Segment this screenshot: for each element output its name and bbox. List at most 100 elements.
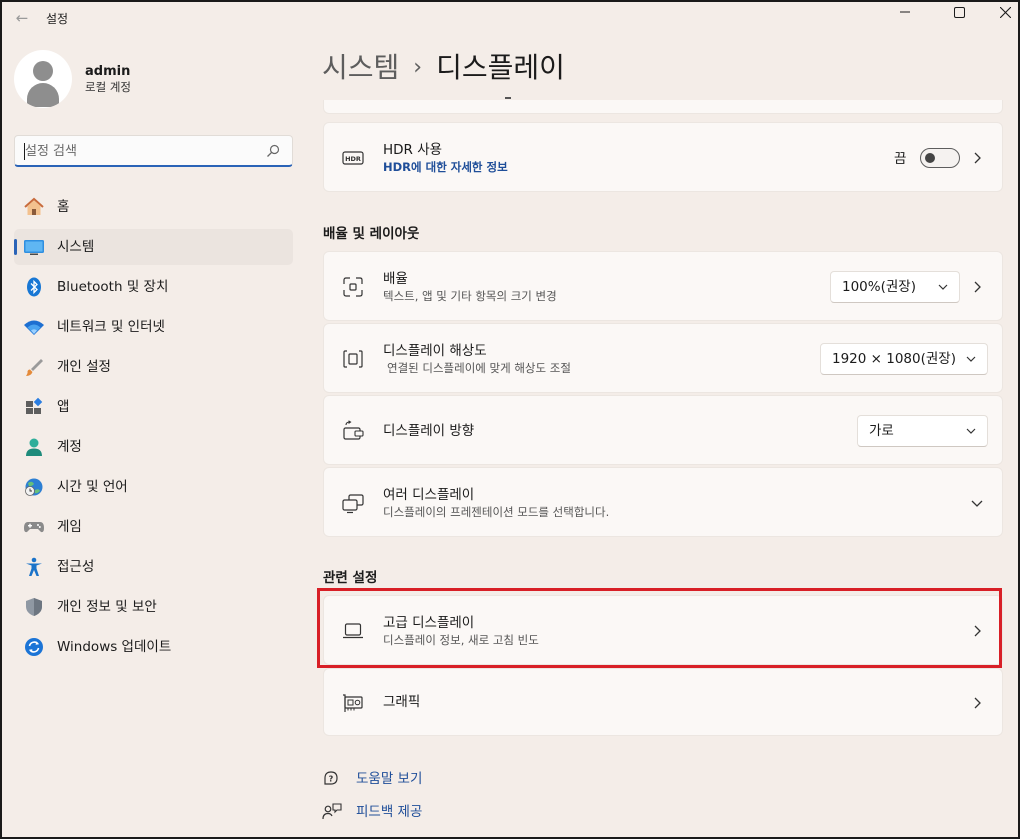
hdr-card[interactable]: HDR HDR 사용 HDR에 대한 자세한 정보 끔 bbox=[323, 122, 1003, 192]
sidebar-item-label: 홈 bbox=[57, 199, 70, 215]
chevron-down-icon bbox=[966, 356, 976, 362]
sidebar-item-label: Bluetooth 및 장치 bbox=[57, 279, 169, 295]
sidebar-item-accounts[interactable]: 계정 bbox=[14, 429, 293, 465]
sidebar-item-label: 개인 정보 및 보안 bbox=[57, 599, 157, 615]
account-icon bbox=[26, 438, 42, 456]
section-heading-scale-layout: 배율 및 레이아웃 bbox=[323, 226, 420, 242]
chevron-right-icon bbox=[974, 281, 981, 293]
scale-dropdown-value: 100%(권장) bbox=[842, 279, 916, 295]
hdr-info-link[interactable]: HDR에 대한 자세한 정보 bbox=[383, 160, 508, 175]
sidebar-nav: 홈 시스템 Bluetooth 및 장치 네트워크 및 인터넷 개인 설정 앱 … bbox=[14, 189, 293, 669]
home-icon bbox=[24, 197, 44, 215]
hdr-title: HDR 사용 bbox=[383, 142, 443, 158]
brush-icon bbox=[26, 359, 43, 376]
sidebar-item-privacy-security[interactable]: 개인 정보 및 보안 bbox=[14, 589, 293, 625]
sidebar-item-label: 네트워크 및 인터넷 bbox=[57, 319, 165, 335]
sidebar-item-accessibility[interactable]: 접근성 bbox=[14, 549, 293, 585]
help-link[interactable]: 도움말 보기 bbox=[356, 770, 422, 788]
orientation-title: 디스플레이 방향 bbox=[383, 423, 475, 439]
orientation-icon bbox=[343, 420, 364, 440]
minimize-button[interactable] bbox=[882, 2, 928, 22]
sidebar-item-windows-update[interactable]: Windows 업데이트 bbox=[14, 629, 293, 665]
chevron-right-icon bbox=[974, 697, 981, 709]
multiple-displays-card[interactable]: 여러 디스플레이 디스플레이의 프레젠테이션 모드를 선택합니다. bbox=[323, 467, 1003, 537]
scale-subtitle: 텍스트, 앱 및 기타 항목의 크기 변경 bbox=[383, 289, 557, 303]
sidebar-item-label: 시스템 bbox=[57, 239, 95, 255]
search-icon[interactable] bbox=[266, 144, 280, 158]
resolution-title: 디스플레이 해상도 bbox=[383, 343, 487, 359]
page-title: 디스플레이 bbox=[436, 51, 565, 84]
multiple-displays-subtitle: 디스플레이의 프레젠테이션 모드를 선택합니다. bbox=[383, 505, 610, 519]
user-profile[interactable]: admin 로컬 계정 bbox=[14, 50, 131, 108]
svg-text:?: ? bbox=[329, 775, 334, 784]
graphics-title: 그래픽 bbox=[383, 694, 421, 710]
window-title: 설정 bbox=[46, 12, 69, 26]
system-icon bbox=[24, 240, 44, 255]
chevron-down-icon bbox=[938, 284, 948, 290]
chevron-right-icon bbox=[974, 152, 981, 164]
breadcrumb-separator: › bbox=[413, 55, 423, 80]
hdr-toggle[interactable] bbox=[920, 148, 960, 168]
maximize-icon bbox=[953, 6, 965, 18]
search-input[interactable] bbox=[25, 142, 255, 160]
user-name: admin bbox=[85, 63, 131, 79]
hdr-toggle-state: 끔 bbox=[894, 151, 907, 167]
resolution-card: 디스플레이 해상도 연결된 디스플레이에 맞게 해상도 조절 1920 × 10… bbox=[323, 323, 1003, 393]
sidebar-item-home[interactable]: 홈 bbox=[14, 189, 293, 225]
gamepad-icon bbox=[24, 522, 44, 533]
settings-search-box[interactable] bbox=[14, 135, 293, 167]
orientation-dropdown[interactable]: 가로 bbox=[857, 415, 988, 447]
resolution-dropdown-value: 1920 × 1080(권장) bbox=[832, 351, 956, 367]
orientation-card: 디스플레이 방향 가로 bbox=[323, 395, 1003, 465]
highlight-box bbox=[317, 588, 1002, 668]
multiple-displays-icon bbox=[342, 494, 364, 514]
avatar bbox=[14, 50, 72, 108]
sidebar-item-bluetooth[interactable]: Bluetooth 및 장치 bbox=[14, 269, 293, 305]
resolution-dropdown[interactable]: 1920 × 1080(권장) bbox=[820, 343, 988, 375]
breadcrumb-parent[interactable]: 시스템 bbox=[322, 51, 399, 84]
feedback-icon bbox=[322, 803, 342, 820]
sidebar-item-apps[interactable]: 앱 bbox=[14, 389, 293, 425]
graphics-card-icon bbox=[343, 694, 363, 712]
update-icon bbox=[25, 638, 43, 656]
orientation-dropdown-value: 가로 bbox=[869, 423, 894, 439]
section-heading-related: 관련 설정 bbox=[323, 570, 378, 586]
chevron-down-icon[interactable] bbox=[970, 496, 984, 510]
hdr-icon: HDR bbox=[342, 151, 364, 165]
accessibility-icon bbox=[26, 557, 42, 576]
shield-icon bbox=[26, 598, 42, 616]
time-language-icon bbox=[25, 478, 43, 496]
wifi-icon bbox=[24, 320, 44, 335]
sidebar-item-label: 개인 설정 bbox=[57, 359, 111, 375]
multiple-displays-title: 여러 디스플레이 bbox=[383, 487, 475, 503]
feedback-link[interactable]: 피드백 제공 bbox=[356, 803, 422, 821]
sidebar-item-label: 게임 bbox=[57, 519, 82, 535]
sidebar-item-label: Windows 업데이트 bbox=[57, 639, 172, 655]
previous-card-edge bbox=[323, 97, 1003, 114]
sidebar-item-personalization[interactable]: 개인 설정 bbox=[14, 349, 293, 385]
scale-icon bbox=[343, 277, 363, 297]
sidebar-item-label: 앱 bbox=[57, 399, 70, 415]
title-bar: ← 설정 bbox=[2, 2, 1018, 34]
apps-icon bbox=[26, 397, 43, 414]
resolution-subtitle: 연결된 디스플레이에 맞게 해상도 조절 bbox=[387, 361, 571, 375]
svg-text:HDR: HDR bbox=[345, 155, 361, 163]
sidebar-item-network[interactable]: 네트워크 및 인터넷 bbox=[14, 309, 293, 345]
close-button[interactable] bbox=[982, 2, 1020, 22]
chevron-down-icon bbox=[966, 428, 976, 434]
back-arrow-icon[interactable]: ← bbox=[12, 8, 32, 28]
help-icon: ? bbox=[324, 771, 338, 785]
breadcrumb: 시스템 › 디스플레이 bbox=[322, 48, 565, 91]
maximize-button[interactable] bbox=[936, 2, 982, 22]
scale-dropdown[interactable]: 100%(권장) bbox=[830, 271, 960, 303]
bluetooth-icon bbox=[27, 277, 41, 297]
sidebar-item-label: 접근성 bbox=[57, 559, 95, 575]
sidebar-item-system[interactable]: 시스템 bbox=[14, 229, 293, 265]
scale-card[interactable]: 배율 텍스트, 앱 및 기타 항목의 크기 변경 100%(권장) bbox=[323, 251, 1003, 321]
close-icon bbox=[999, 6, 1011, 18]
resolution-icon bbox=[343, 350, 363, 368]
scale-title: 배율 bbox=[383, 271, 408, 287]
graphics-card[interactable]: 그래픽 bbox=[323, 668, 1003, 736]
sidebar-item-time-language[interactable]: 시간 및 언어 bbox=[14, 469, 293, 505]
sidebar-item-gaming[interactable]: 게임 bbox=[14, 509, 293, 545]
